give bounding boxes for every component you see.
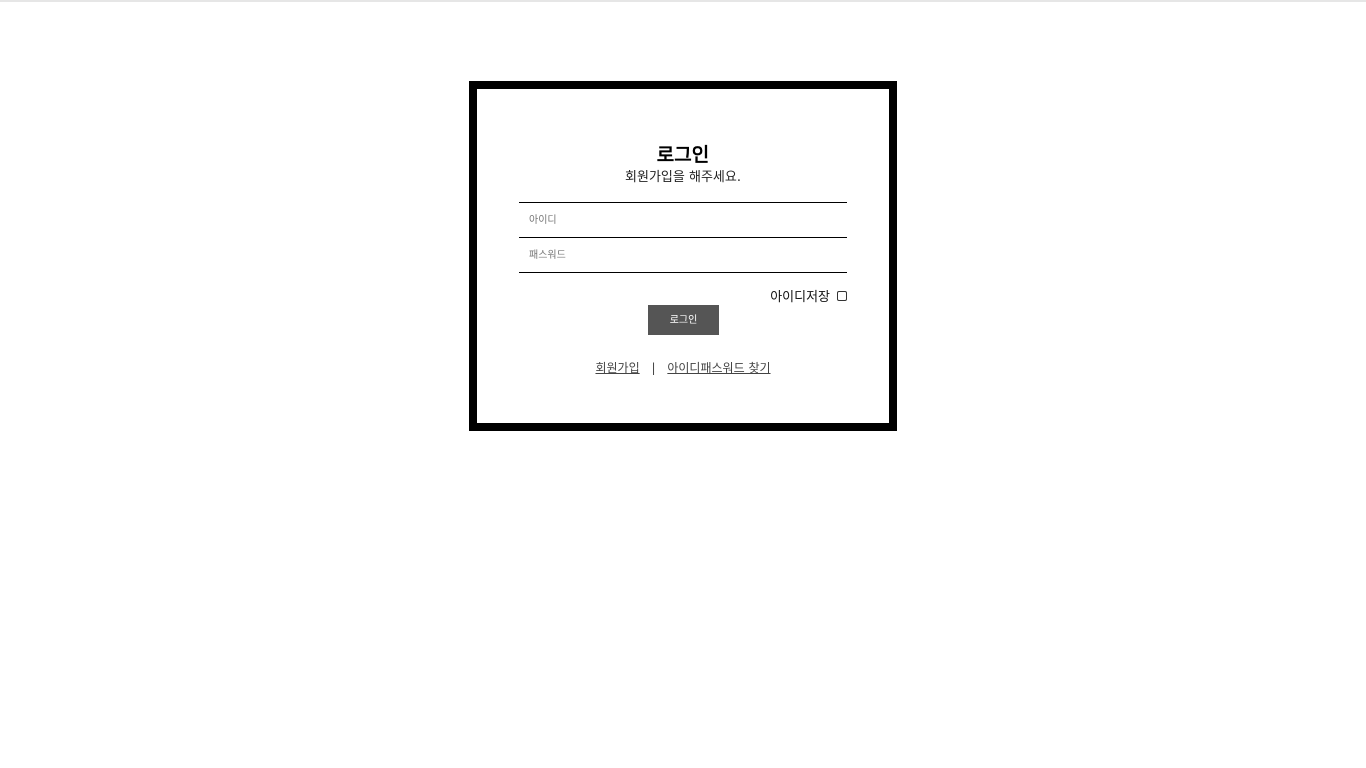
page-subtitle: 회원가입을 해주세요. bbox=[625, 170, 741, 185]
footer-links: 회원가입 | 아이디패스워드 찾기 bbox=[477, 359, 889, 376]
top-divider bbox=[0, 0, 1366, 2]
save-id-checkbox[interactable] bbox=[837, 290, 847, 301]
signup-link[interactable]: 회원가입 bbox=[595, 361, 639, 375]
password-field-wrapper bbox=[519, 237, 847, 273]
id-field-wrapper bbox=[519, 202, 847, 237]
login-panel: 로그인 회원가입을 해주세요. 아이디저장 로그인 회원가입 | 아이디패스워드… bbox=[469, 81, 897, 431]
page-title: 로그인 bbox=[656, 144, 710, 166]
id-input[interactable] bbox=[519, 203, 847, 237]
save-id-label: 아이디저장 bbox=[770, 290, 830, 305]
login-button[interactable]: 로그인 bbox=[648, 305, 719, 335]
password-input[interactable] bbox=[519, 238, 847, 272]
link-separator: | bbox=[651, 361, 656, 375]
save-id-row: 아이디저장 bbox=[770, 286, 847, 305]
find-account-link[interactable]: 아이디패스워드 찾기 bbox=[667, 361, 770, 375]
